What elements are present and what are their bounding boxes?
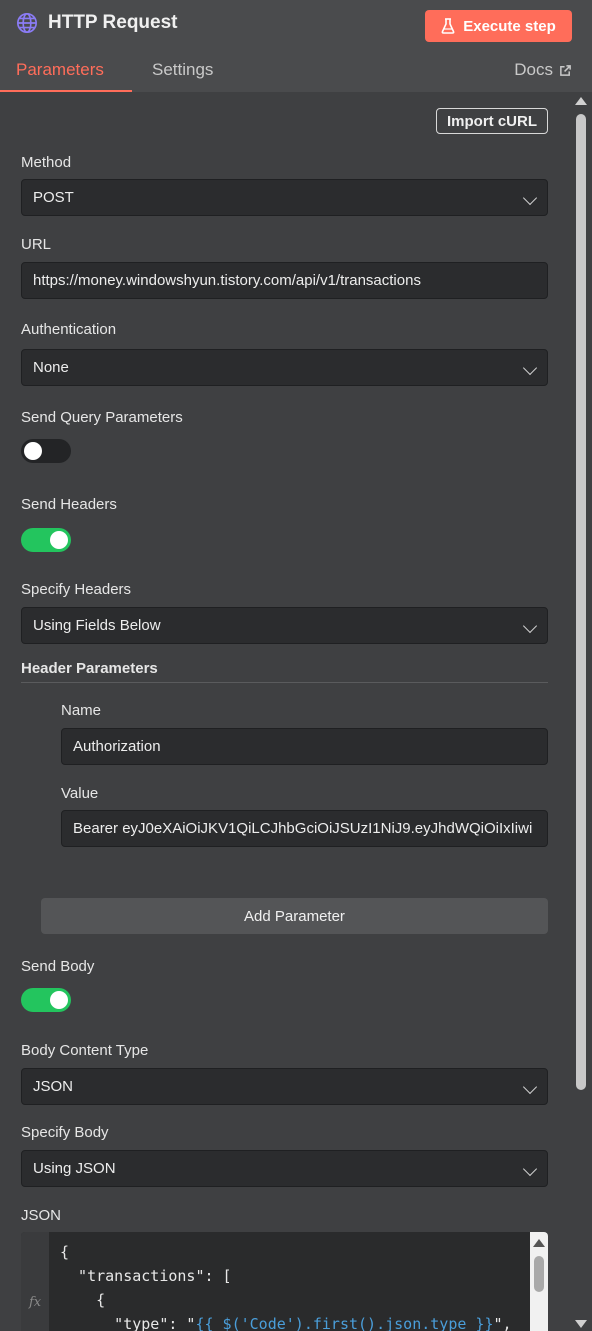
send-query-label: Send Query Parameters: [21, 409, 183, 426]
authentication-label: Authentication: [21, 321, 117, 338]
active-tab-indicator: [0, 90, 132, 92]
authentication-select[interactable]: None: [21, 349, 548, 386]
flask-icon: [441, 18, 455, 34]
specify-body-label: Specify Body: [21, 1124, 109, 1141]
code-text: ",: [493, 1315, 512, 1331]
execute-step-button[interactable]: Execute step: [425, 10, 572, 42]
body-content-type-label: Body Content Type: [21, 1042, 149, 1059]
title-row: HTTP Request: [16, 12, 178, 34]
tab-settings[interactable]: Settings: [152, 60, 213, 80]
json-label: JSON: [21, 1207, 62, 1224]
editor-scrollbar[interactable]: [530, 1232, 548, 1331]
specify-body-value: Using JSON: [33, 1160, 116, 1177]
code-line: {: [60, 1291, 106, 1309]
send-body-label: Send Body: [21, 958, 95, 975]
authentication-value: None: [33, 359, 69, 376]
editor-gutter: fx: [21, 1232, 49, 1331]
expression-text: {{ $('Code').first().json.type }}: [195, 1315, 494, 1331]
send-headers-label: Send Headers: [21, 496, 117, 513]
panel-scrollbar[interactable]: [574, 94, 588, 1331]
code-line: {: [60, 1243, 70, 1261]
tab-parameters[interactable]: Parameters: [16, 60, 104, 80]
header-value-input[interactable]: Bearer eyJ0eXAiOiJKV1QiLCJhbGciOiJSUzI1N…: [61, 810, 548, 847]
chevron-down-icon: [522, 360, 538, 376]
toggle-knob: [24, 442, 42, 460]
send-query-toggle[interactable]: [21, 439, 71, 463]
url-input[interactable]: https://money.windowshyun.tistory.com/ap…: [21, 262, 548, 299]
specify-headers-label: Specify Headers: [21, 581, 132, 598]
url-label: URL: [21, 236, 52, 253]
scrollbar-thumb[interactable]: [576, 114, 586, 1090]
specify-body-select[interactable]: Using JSON: [21, 1150, 548, 1187]
scroll-down-arrow-icon[interactable]: [575, 1320, 587, 1328]
specify-headers-value: Using Fields Below: [33, 617, 161, 634]
code-line: "type": "{{ $('Code').first().json.type …: [60, 1312, 512, 1331]
docs-link[interactable]: Docs: [514, 60, 572, 80]
editor-scrollbar-thumb[interactable]: [534, 1256, 544, 1292]
header-value-value: Bearer eyJ0eXAiOiJKV1QiLCJhbGciOiJSUzI1N…: [73, 820, 533, 837]
send-headers-toggle[interactable]: [21, 528, 71, 552]
add-parameter-button[interactable]: Add Parameter: [41, 898, 548, 934]
chevron-down-icon: [522, 1161, 538, 1177]
external-link-icon: [560, 64, 571, 76]
header-name-value: Authorization: [73, 738, 161, 755]
method-value: POST: [33, 189, 74, 206]
chevron-down-icon: [522, 1079, 538, 1095]
execute-step-label: Execute step: [463, 17, 556, 35]
method-select[interactable]: POST: [21, 179, 548, 216]
header-value-label: Value: [61, 785, 99, 802]
docs-label: Docs: [514, 60, 553, 79]
node-header: HTTP Request Execute step Parameters Set…: [0, 0, 592, 92]
node-title: HTTP Request: [48, 12, 178, 33]
chevron-down-icon: [522, 618, 538, 634]
chevron-down-icon: [522, 190, 538, 206]
header-name-input[interactable]: Authorization: [61, 728, 548, 765]
code-line: "transactions": [: [60, 1267, 232, 1285]
expression-fx-icon: fx: [29, 1295, 42, 1310]
header-parameters-label: Header Parameters: [21, 660, 158, 677]
tab-bar: Parameters Settings Docs: [0, 54, 592, 92]
json-code[interactable]: { "transactions": [ { "type": "{{ $('Cod…: [60, 1240, 512, 1331]
import-curl-button[interactable]: Import cURL: [436, 108, 548, 134]
method-label: Method: [21, 154, 72, 171]
header-name-label: Name: [61, 702, 102, 719]
globe-icon: [17, 13, 37, 33]
scroll-up-arrow-icon[interactable]: [533, 1239, 545, 1247]
scroll-up-arrow-icon[interactable]: [575, 97, 587, 105]
url-value: https://money.windowshyun.tistory.com/ap…: [33, 272, 421, 289]
body-content-type-value: JSON: [33, 1078, 74, 1095]
section-divider: [21, 682, 548, 683]
body-content-type-select[interactable]: JSON: [21, 1068, 548, 1105]
toggle-knob: [50, 531, 68, 549]
specify-headers-select[interactable]: Using Fields Below: [21, 607, 548, 644]
code-text: "type": ": [60, 1315, 196, 1331]
send-body-toggle[interactable]: [21, 988, 71, 1012]
json-code-editor[interactable]: fx { "transactions": [ { "type": "{{ $('…: [21, 1232, 548, 1331]
toggle-knob: [50, 991, 68, 1009]
